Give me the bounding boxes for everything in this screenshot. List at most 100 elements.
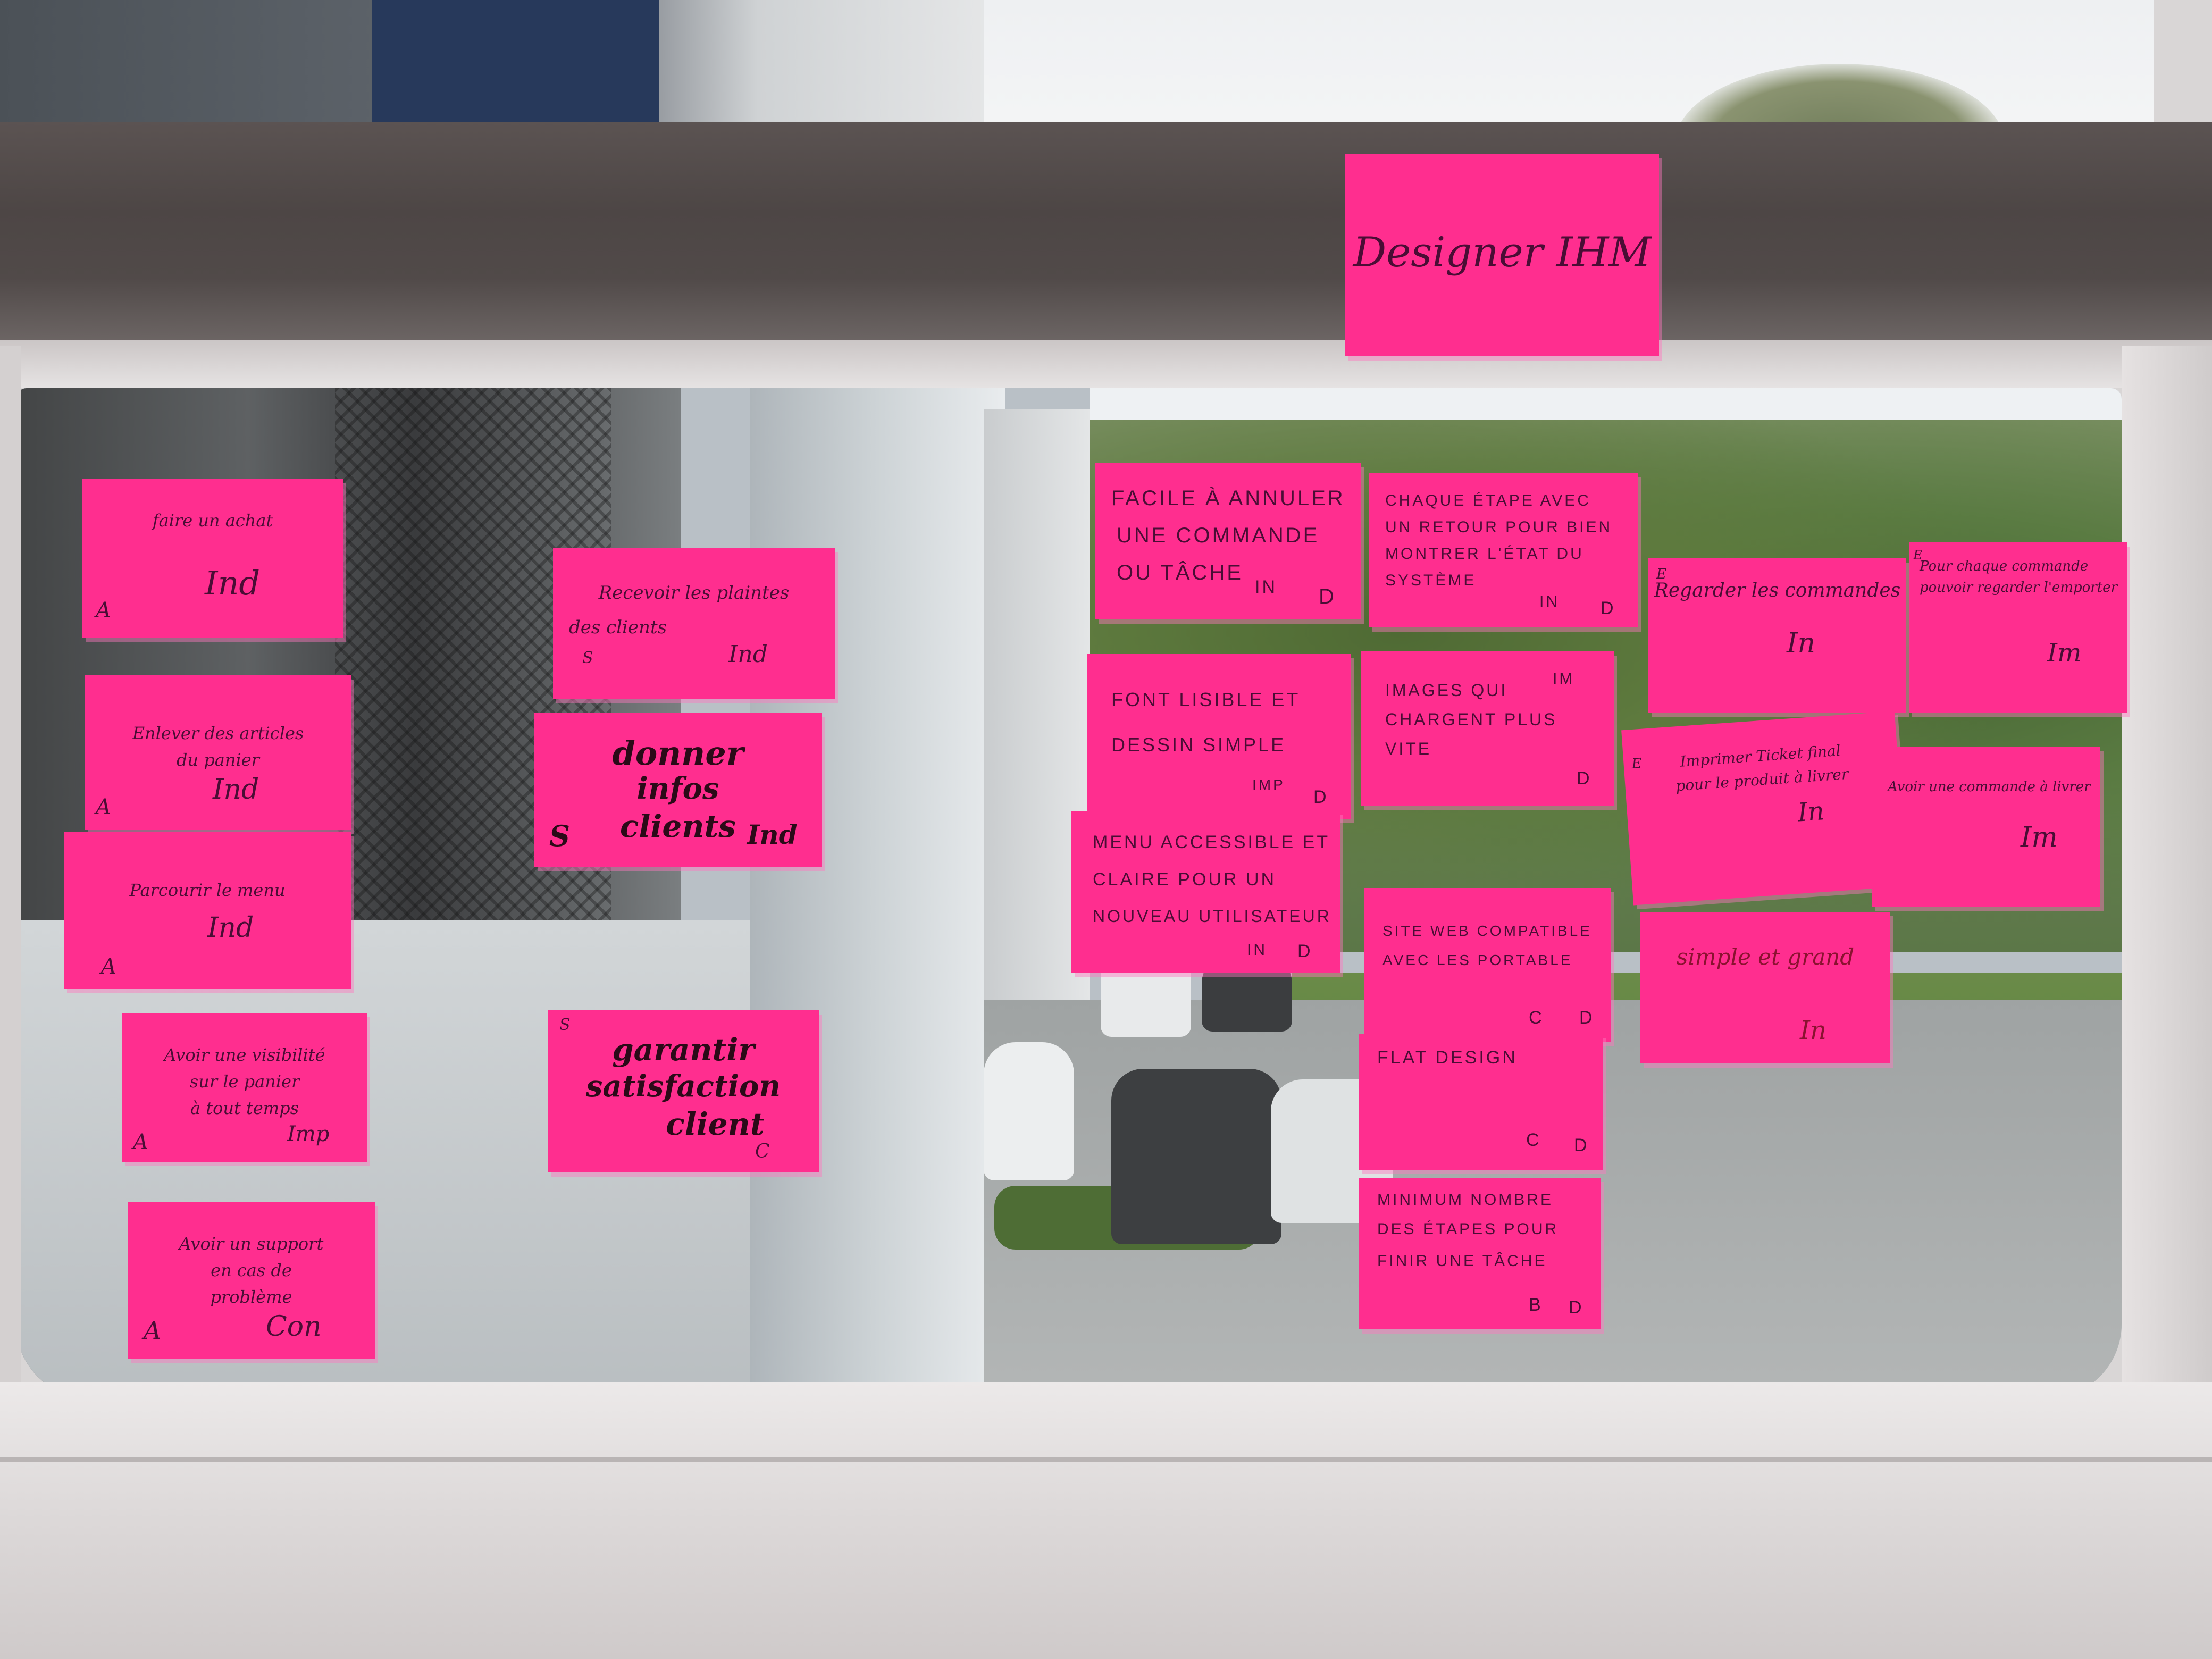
sticky-note: garantir satisfaction client C S	[548, 1010, 819, 1172]
note-letter: S	[549, 819, 570, 853]
sticky-note: FONT LISIBLE ET DESSIN SIMPLE IMP D	[1087, 654, 1351, 819]
note-text: sur le panier	[189, 1071, 300, 1092]
note-tag: C	[755, 1141, 770, 1162]
window-scene: Designer IHM faire un achat Ind A Enleve…	[0, 0, 2212, 1659]
note-letter: A	[133, 1130, 148, 1154]
note-text: NOUVEAU UTILISATEUR	[1093, 907, 1331, 926]
note-letter: D	[1569, 1297, 1584, 1318]
note-letter: A	[96, 598, 111, 623]
note-text: DESSIN SIMPLE	[1111, 734, 1286, 756]
note-text: Avoir une commande à livrer	[1888, 779, 2091, 795]
note-text: CLAIRE POUR UN	[1093, 869, 1277, 890]
note-tag: C	[1529, 1008, 1544, 1028]
note-text: Designer IHM	[1353, 229, 1652, 276]
sticky-note: simple et grand In	[1640, 912, 1890, 1063]
note-text: VITE	[1385, 739, 1432, 758]
note-tag: Con	[266, 1311, 322, 1343]
note-tag: Imp	[287, 1122, 330, 1146]
note-text: FLAT DESIGN	[1377, 1048, 1518, 1068]
note-text: IMAGES QUI	[1385, 681, 1508, 700]
sticky-note: Avoir une visibilité sur le panier à tou…	[122, 1013, 367, 1162]
note-text: UNE COMMANDE	[1117, 524, 1320, 547]
sticky-note: MINIMUM NOMBRE DES ÉTAPES POUR FINIR UNE…	[1359, 1178, 1601, 1329]
note-text: des clients	[569, 617, 667, 638]
note-text: satisfaction	[585, 1069, 781, 1104]
note-letter: E	[1631, 755, 1643, 773]
note-text: du panier	[177, 750, 259, 770]
note-text: pouvoir regarder l'emporter	[1920, 580, 2117, 596]
window-frame-top-bar	[0, 122, 2212, 367]
note-letter: D	[1574, 1135, 1589, 1155]
note-letter: A	[144, 1316, 162, 1345]
sticky-note: Avoir une commande à livrer Im	[1872, 747, 2100, 907]
note-text: FACILE À ANNULER	[1111, 487, 1345, 510]
note-letter: S	[559, 1016, 571, 1034]
note-text: Pour chaque commande	[1920, 558, 2089, 574]
note-text: Avoir une visibilité	[164, 1045, 325, 1065]
window-frame-right	[2122, 346, 2212, 1409]
sticky-note: MENU ACCESSIBLE ET CLAIRE POUR UN NOUVEA…	[1071, 811, 1340, 973]
sticky-note: Enlever des articles du panier Ind A	[85, 675, 351, 830]
sticky-note: CHAQUE ÉTAPE AVEC UN RETOUR POUR BIEN MO…	[1369, 473, 1638, 627]
window-frame-left	[0, 346, 21, 1409]
note-text: UN RETOUR POUR BIEN	[1385, 518, 1613, 536]
note-text: MENU ACCESSIBLE ET	[1093, 832, 1330, 852]
note-tag: IN	[1539, 593, 1560, 610]
note-tag: In	[1796, 796, 1825, 828]
sticky-note: faire un achat Ind A	[82, 479, 343, 638]
note-tag: IM	[1553, 670, 1575, 688]
note-text: SITE WEB COMPATIBLE	[1382, 923, 1592, 939]
sticky-note: IMAGES QUI CHARGENT PLUS VITE IM D	[1361, 651, 1614, 806]
note-letter: D	[1319, 585, 1336, 608]
note-text: CHAQUE ÉTAPE AVEC	[1385, 492, 1591, 509]
upper-dark-window	[372, 0, 659, 122]
sticky-note: Regarder les commandes In E	[1648, 558, 1906, 713]
note-letter: E	[1656, 566, 1666, 582]
note-letter: D	[1579, 1008, 1595, 1028]
note-text: FINIR UNE TÂCHE	[1377, 1252, 1547, 1270]
sticky-note: Pour chaque commande pouvoir regarder l'…	[1909, 542, 2127, 713]
note-tag: Ind	[205, 564, 261, 602]
note-letter: D	[1313, 787, 1329, 807]
note-tag: Ind	[207, 912, 254, 944]
note-letter: S	[582, 649, 593, 667]
window-sill-groove	[0, 1457, 2212, 1462]
note-letter: D	[1601, 598, 1616, 618]
note-text: SYSTÈME	[1385, 572, 1477, 589]
note-text: MONTRER L'ÉTAT DU	[1385, 545, 1584, 563]
note-tag: C	[1526, 1130, 1541, 1150]
note-tag: IN	[1247, 941, 1267, 959]
note-tag: In	[1787, 627, 1816, 659]
car	[1111, 1069, 1281, 1244]
sticky-note: FACILE À ANNULER UNE COMMANDE OU TÂCHE I…	[1095, 463, 1361, 619]
sticky-note: donner infos clients Ind S	[534, 713, 822, 867]
note-tag: Im	[2021, 822, 2058, 853]
note-tag: Im	[2047, 638, 2082, 668]
sticky-note: Imprimer Ticket final pour le produit à …	[1621, 711, 1907, 906]
sticky-note: Parcourir le menu Ind A	[64, 832, 351, 989]
note-text: faire un achat	[152, 510, 273, 531]
note-tag: IMP	[1252, 776, 1285, 793]
note-text: Recevoir les plaintes	[598, 582, 790, 604]
note-text: Avoir un support	[179, 1234, 324, 1254]
sticky-note: FLAT DESIGN C D	[1359, 1034, 1603, 1170]
note-text: DES ÉTAPES POUR	[1377, 1220, 1559, 1238]
note-text: Regarder les commandes	[1654, 580, 1901, 601]
note-text: Parcourir le menu	[129, 880, 286, 900]
note-text: en cas de	[211, 1260, 292, 1280]
note-text: infos	[636, 771, 719, 806]
window-frame-inner-edge	[0, 340, 2212, 388]
note-tag: In	[1800, 1016, 1826, 1045]
note-tag: IN	[1255, 577, 1277, 597]
note-letter: D	[1577, 768, 1592, 789]
note-letter: A	[96, 795, 111, 819]
note-text: problème	[210, 1287, 292, 1307]
note-text: client	[666, 1106, 765, 1142]
note-text: OU TÂCHE	[1117, 561, 1243, 584]
note-tag: B	[1529, 1295, 1543, 1315]
note-text: Enlever des articles	[132, 723, 304, 743]
note-tag: Ind	[213, 774, 259, 806]
note-letter: D	[1297, 941, 1313, 961]
note-letter: A	[101, 954, 116, 979]
window-sill	[0, 1382, 2212, 1659]
